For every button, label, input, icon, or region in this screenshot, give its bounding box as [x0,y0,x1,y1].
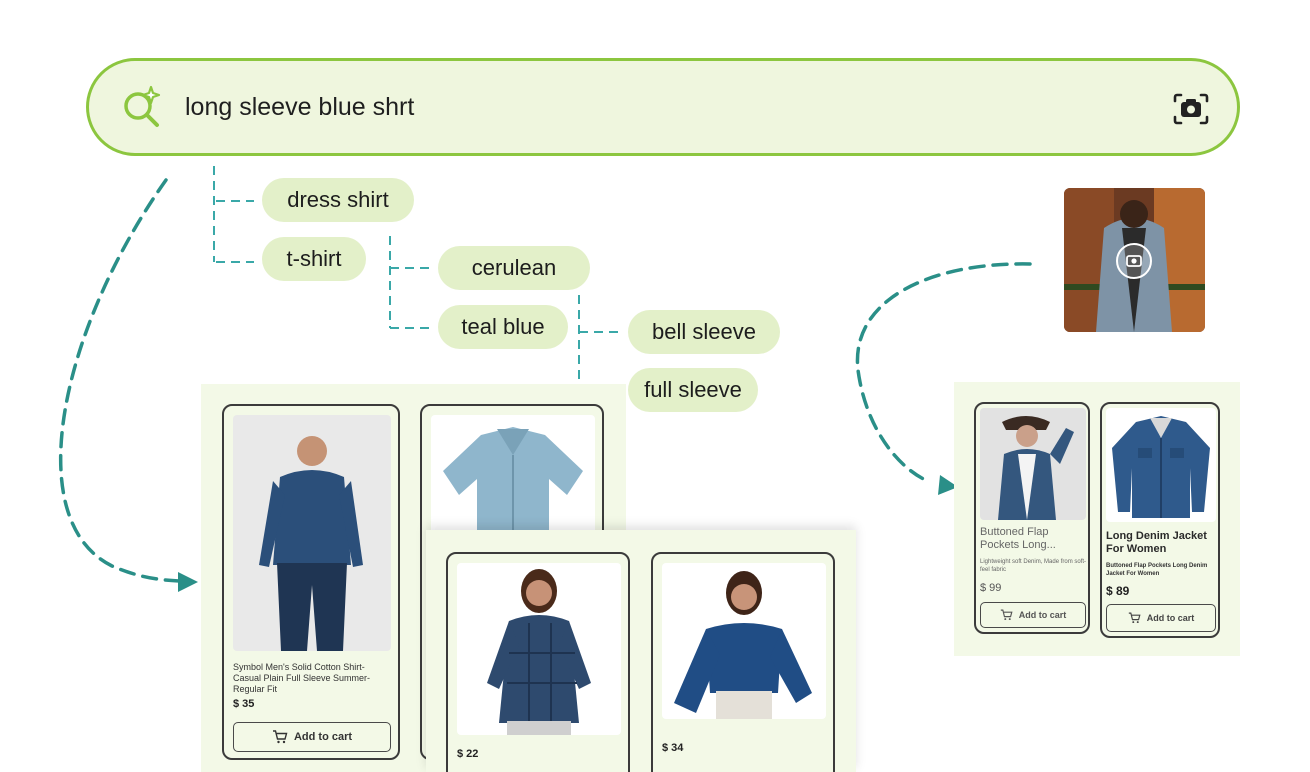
add-to-cart-label: Add to cart [1146,613,1195,623]
add-to-cart-button[interactable]: Add to cart [980,602,1086,628]
chip-full-sleeve[interactable]: full sleeve [628,368,758,412]
product-title: Long Denim Jacket For Women [1106,530,1207,555]
cart-icon [1128,612,1141,624]
product-card[interactable]: Buttoned Flap Pockets Long... Lightweigh… [974,402,1090,634]
product-title: Symbol Men's Solid Cotton Shirt- Casual … [233,662,371,694]
product-card[interactable]: $ 34 [651,552,835,772]
arrow-head-left [178,572,198,592]
camera-icon[interactable] [1171,91,1211,127]
product-image [457,563,621,735]
refined-results-panel: $ 22 $ 34 [426,530,856,772]
cart-icon [272,730,288,744]
chip-dress-shirt[interactable]: dress shirt [262,178,414,222]
product-card[interactable]: Long Denim Jacket For Women Buttoned Fla… [1100,402,1220,638]
product-price: $ 89 [1106,584,1130,598]
image-search-results-panel: Buttoned Flap Pockets Long... Lightweigh… [954,382,1240,656]
add-to-cart-button[interactable]: Add to cart [1106,604,1216,632]
product-card[interactable]: $ 22 [446,552,630,772]
denim-jacket-photo [1064,188,1205,332]
chip-teal-blue[interactable]: teal blue [438,305,568,349]
product-subtitle: Buttoned Flap Pockets Long Denim Jacket … [1106,563,1208,577]
product-price: $ 22 [457,748,479,760]
chip-t-shirt[interactable]: t-shirt [262,237,366,281]
product-image [662,563,826,719]
product-price: $ 35 [233,698,255,710]
add-to-cart-label: Add to cart [293,731,353,743]
product-price: $ 99 [980,582,1002,594]
query-image-thumbnail[interactable] [1064,188,1205,332]
chip-bell-sleeve[interactable]: bell sleeve [628,310,780,354]
product-image [233,415,391,651]
product-card[interactable]: Symbol Men's Solid Cotton Shirt- Casual … [222,404,400,760]
product-image [980,408,1086,520]
search-input[interactable]: long sleeve blue shrt [185,93,414,122]
add-to-cart-button[interactable]: Add to cart [233,722,391,752]
product-title: Buttoned Flap Pockets Long... [980,526,1056,551]
product-price: $ 34 [662,742,684,754]
sparkle-search-icon [124,85,161,127]
cart-icon [1000,609,1013,621]
search-bar[interactable]: long sleeve blue shrt [86,58,1240,156]
chip-cerulean[interactable]: cerulean [438,246,590,290]
add-to-cart-label: Add to cart [1018,610,1067,620]
product-subtitle: Lightweight soft Denim, Made from soft-f… [980,559,1087,573]
product-image [1106,408,1216,522]
